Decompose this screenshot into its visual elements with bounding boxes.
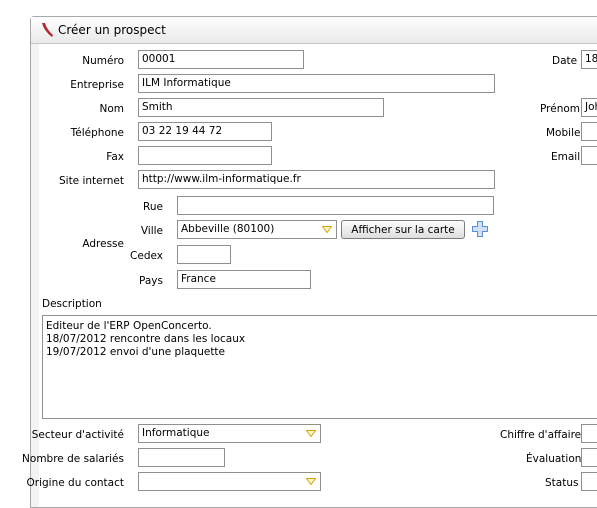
status-label: Status (545, 477, 579, 489)
chevron-down-icon[interactable] (322, 226, 332, 233)
evaluation-label: Évaluation (526, 453, 582, 465)
plus-icon[interactable] (471, 220, 489, 238)
window-title: Créer un prospect (58, 23, 166, 37)
date-field[interactable]: 18/ (581, 50, 597, 69)
telephone-field[interactable]: 03 22 19 44 72 (138, 122, 272, 141)
fax-label: Fax (106, 151, 124, 163)
origine-label: Origine du contact (26, 477, 124, 489)
salaries-label: Nombre de salariés (22, 453, 124, 465)
prenom-label: Prénom (540, 103, 581, 115)
pays-field[interactable]: France (177, 270, 311, 289)
site-label: Site internet (58, 175, 124, 187)
app-logo-icon (42, 23, 53, 37)
cedex-field[interactable] (177, 245, 231, 264)
numero-label: Numéro (82, 55, 124, 67)
evaluation-field[interactable] (581, 448, 597, 467)
telephone-label: Téléphone (70, 127, 124, 139)
date-label: Date (552, 55, 578, 67)
entreprise-label: Entreprise (70, 79, 124, 91)
salaries-field[interactable] (138, 448, 225, 467)
secteur-label: Secteur d'activité (31, 429, 124, 441)
chevron-down-icon[interactable] (306, 430, 316, 437)
mobile-field[interactable] (581, 122, 597, 141)
email-field[interactable] (581, 146, 597, 165)
prospect-window: Créer un prospect Numéro 00001 Date 18/ … (22, 16, 597, 508)
nom-label: Nom (99, 103, 124, 115)
ville-label: Ville (140, 225, 163, 237)
secteur-combo[interactable]: Informatique (138, 424, 321, 443)
numero-field[interactable]: 00001 (138, 50, 304, 69)
pays-label: Pays (139, 275, 163, 287)
description-textarea[interactable]: Editeur de l'ERP OpenConcerto. 18/07/201… (42, 315, 597, 419)
ville-value: Abbeville (80100) (181, 223, 275, 235)
show-map-button[interactable]: Afficher sur la carte (341, 220, 465, 239)
email-label: Email (551, 151, 581, 163)
entreprise-field[interactable]: ILM Informatique (138, 74, 495, 93)
adresse-label: Adresse (82, 238, 124, 250)
description-line: Editeur de l'ERP OpenConcerto. (46, 320, 212, 332)
status-field[interactable] (581, 472, 597, 491)
ville-combo[interactable]: Abbeville (80100) (177, 220, 337, 239)
origine-combo[interactable] (138, 472, 321, 491)
description-label: Description (42, 298, 102, 310)
chiffre-field[interactable] (581, 424, 597, 443)
site-field[interactable]: http://www.ilm-informatique.fr (138, 170, 495, 189)
chevron-down-icon[interactable] (306, 478, 316, 485)
cedex-label: Cedex (130, 250, 163, 262)
mobile-label: Mobile (546, 127, 581, 139)
description-line: 18/07/2012 rencontre dans les locaux (46, 333, 246, 345)
nom-field[interactable]: Smith (138, 98, 384, 117)
description-line: 19/07/2012 envoi d'une plaquette (46, 346, 226, 358)
form-panel: Numéro 00001 Date 18/ Entreprise ILM Inf… (22, 44, 597, 507)
title-bar: Créer un prospect (31, 17, 597, 44)
chiffre-label: Chiffre d'affaire (500, 429, 582, 441)
secteur-value: Informatique (142, 427, 210, 439)
rue-label: Rue (143, 201, 163, 213)
fax-field[interactable] (138, 146, 272, 165)
prenom-field[interactable]: Joh (581, 98, 597, 117)
rue-field[interactable] (177, 196, 494, 215)
